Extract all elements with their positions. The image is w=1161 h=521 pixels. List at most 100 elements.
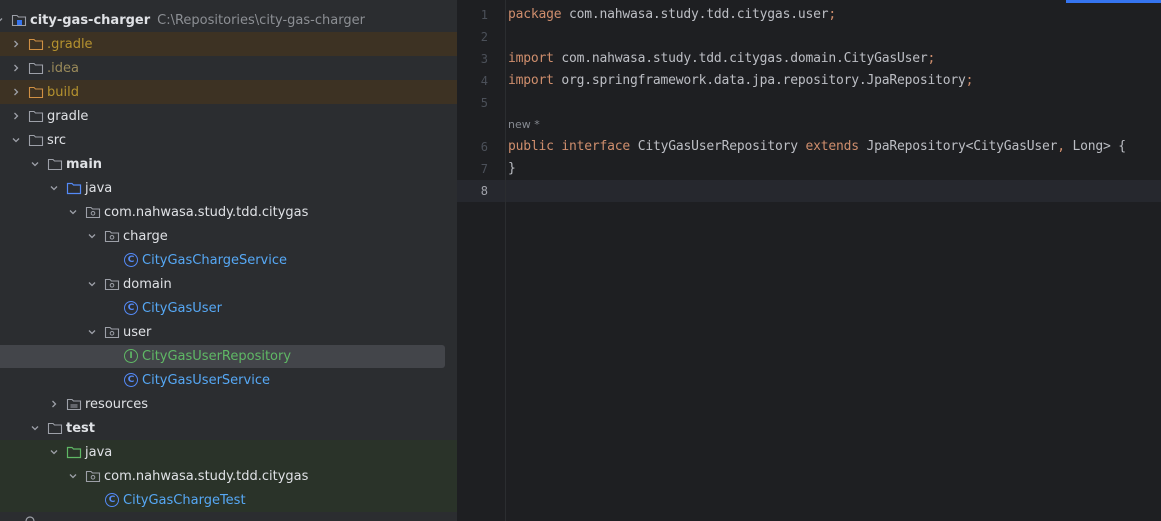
tree-item-label: CityGasUserRepository xyxy=(142,348,292,364)
tree-item-label: main xyxy=(66,156,103,172)
class-icon: C xyxy=(123,372,139,388)
code-type: JpaRepository<CityGasUser xyxy=(866,139,1058,154)
resources-folder-icon xyxy=(66,396,82,412)
chevron-down-icon[interactable] xyxy=(85,277,99,291)
tree-item-label: CityGasChargeTest xyxy=(123,492,246,508)
tree-item-label: java xyxy=(85,180,113,196)
project-path: C:\Repositories\city-gas-charger xyxy=(157,12,365,28)
tree-item-gradle[interactable]: gradle xyxy=(0,104,457,128)
inlay-hint-author[interactable]: new * xyxy=(508,114,540,136)
code-semicolon: ; xyxy=(927,51,936,66)
tree-item-city-gas-charge-service[interactable]: C CityGasChargeService xyxy=(0,248,457,272)
code-comma: , xyxy=(1057,139,1065,154)
code-keyword: interface xyxy=(561,139,631,154)
tree-item-partial xyxy=(22,513,41,521)
tree-item-package[interactable]: com.nahwasa.study.tdd.citygas xyxy=(0,200,457,224)
current-line-highlight xyxy=(457,180,1161,202)
chevron-down-icon[interactable] xyxy=(66,205,80,219)
code-editor[interactable]: 1 2 3 4 5 6 7 8 package com.nahwasa.stud… xyxy=(457,0,1161,521)
gear-icon xyxy=(22,513,38,521)
interface-icon: I xyxy=(123,348,139,364)
excluded-folder-icon xyxy=(28,84,44,100)
folder-icon xyxy=(28,132,44,148)
chevron-right-icon[interactable] xyxy=(9,61,23,75)
tree-item-main[interactable]: main xyxy=(0,152,457,176)
tree-item-gradle-hidden[interactable]: .gradle xyxy=(0,32,457,56)
code-text: com.nahwasa.study.tdd.citygas.user xyxy=(561,7,829,22)
line-number: 5 xyxy=(480,96,488,110)
tree-item-build[interactable]: build xyxy=(0,80,457,104)
code-line-4: import org.springframework.data.jpa.repo… xyxy=(508,70,973,92)
code-keyword: import xyxy=(508,51,554,66)
excluded-folder-icon xyxy=(28,36,44,52)
tree-item-idea[interactable]: .idea xyxy=(0,56,457,80)
chevron-right-icon[interactable] xyxy=(9,37,23,51)
folder-icon xyxy=(28,108,44,124)
tree-item-city-gas-user[interactable]: C CityGasUser xyxy=(0,296,457,320)
tree-item-test-package[interactable]: com.nahwasa.study.tdd.citygas xyxy=(0,464,457,488)
tree-item-label: test xyxy=(66,420,95,436)
chevron-down-icon[interactable] xyxy=(85,229,99,243)
tree-item-city-gas-charge-test[interactable]: C CityGasChargeTest xyxy=(0,488,457,512)
package-icon xyxy=(85,204,101,220)
chevron-down-icon[interactable] xyxy=(85,325,99,339)
tree-item-label: domain xyxy=(123,276,172,292)
tree-item-label: .idea xyxy=(47,60,79,76)
package-icon xyxy=(104,228,120,244)
chevron-down-icon[interactable] xyxy=(9,133,23,147)
project-folder-icon xyxy=(11,12,27,28)
tree-item-city-gas-user-repository[interactable]: I CityGasUserRepository xyxy=(0,344,457,368)
source-folder-icon xyxy=(66,180,82,196)
code-line-6: public interface CityGasUserRepository e… xyxy=(508,136,1126,158)
code-semicolon: ; xyxy=(965,73,974,88)
source-root-folder-icon xyxy=(47,156,63,172)
chevron-right-icon[interactable] xyxy=(9,85,23,99)
tree-item-test[interactable]: test xyxy=(0,416,457,440)
package-icon xyxy=(85,468,101,484)
code-line-7: } xyxy=(508,158,516,180)
tree-item-city-gas-user-service[interactable]: C CityGasUserService xyxy=(0,368,457,392)
code-identifier: CityGasUserRepository xyxy=(637,139,798,154)
line-number: 7 xyxy=(480,162,488,176)
tree-item-label: build xyxy=(47,84,79,100)
tree-item-label: java xyxy=(85,444,113,460)
project-tree: city-gas-charger C:\Repositories\city-ga… xyxy=(0,0,457,521)
tree-item-label: com.nahwasa.study.tdd.citygas xyxy=(104,468,309,484)
code-line-3: import com.nahwasa.study.tdd.citygas.dom… xyxy=(508,48,935,70)
tree-item-label: src xyxy=(47,132,66,148)
tree-item-domain[interactable]: domain xyxy=(0,272,457,296)
folder-icon xyxy=(47,420,63,436)
tree-item-java[interactable]: java xyxy=(0,176,457,200)
tree-item-label: resources xyxy=(85,396,149,412)
tree-item-label: com.nahwasa.study.tdd.citygas xyxy=(104,204,309,220)
line-number: 4 xyxy=(480,74,488,88)
chevron-down-icon[interactable] xyxy=(66,469,80,483)
folder-icon xyxy=(28,60,44,76)
code-text: com.nahwasa.study.tdd.citygas.domain.Cit… xyxy=(553,51,928,66)
chevron-down-icon[interactable] xyxy=(0,13,6,27)
chevron-right-icon[interactable] xyxy=(9,109,23,123)
code-keyword: import xyxy=(508,73,554,88)
tree-item-label: user xyxy=(123,324,152,340)
line-number-gutter[interactable]: 1 2 3 4 5 6 7 8 xyxy=(457,0,506,521)
tree-item-src[interactable]: src xyxy=(0,128,457,152)
chevron-down-icon[interactable] xyxy=(47,181,61,195)
tree-item-project-root[interactable]: city-gas-charger C:\Repositories\city-ga… xyxy=(0,8,449,32)
project-name: city-gas-charger xyxy=(30,12,151,28)
line-number-current: 8 xyxy=(480,184,488,198)
tree-item-test-java[interactable]: java xyxy=(0,440,457,464)
tree-item-label: .gradle xyxy=(47,36,93,52)
chevron-right-icon[interactable] xyxy=(47,397,61,411)
class-icon: C xyxy=(104,492,120,508)
tree-item-charge[interactable]: charge xyxy=(0,224,457,248)
chevron-down-icon[interactable] xyxy=(28,421,42,435)
tree-item-resources[interactable]: resources xyxy=(0,392,457,416)
line-number: 2 xyxy=(480,30,488,44)
tree-item-user[interactable]: user xyxy=(0,320,457,344)
chevron-down-icon[interactable] xyxy=(47,445,61,459)
code-keyword: extends xyxy=(805,139,860,154)
chevron-down-icon[interactable] xyxy=(28,157,42,171)
code-text: org.springframework.data.jpa.repository.… xyxy=(553,73,966,88)
package-icon xyxy=(104,324,120,340)
line-number: 3 xyxy=(480,52,488,66)
